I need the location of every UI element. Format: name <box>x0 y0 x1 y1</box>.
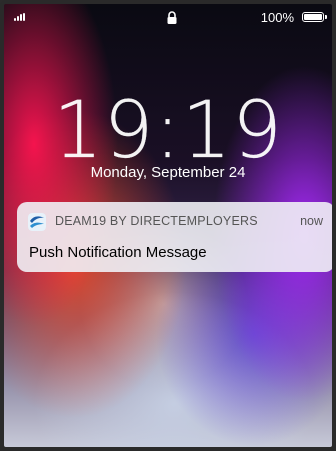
lock-screen-date: Monday, September 24 <box>90 164 246 181</box>
lock-screen-time: 19:19 <box>53 86 283 176</box>
notification-message: Push Notification Message <box>29 244 207 261</box>
push-notification[interactable]: DEAM19 BY DIRECTEMPLOYERS now Push Notif… <box>17 202 332 272</box>
lock-icon <box>167 11 177 24</box>
deam19-app-icon <box>28 213 46 231</box>
notification-time: now <box>300 214 323 228</box>
phone-frame: 100% 19:19 Monday, September 24 DEAM19 B… <box>0 0 336 451</box>
status-bar: 100% <box>4 4 332 30</box>
battery-full-icon <box>302 12 327 22</box>
notification-app-name: DEAM19 BY DIRECTEMPLOYERS <box>55 214 258 228</box>
battery-percent: 100% <box>260 10 294 25</box>
signal-bars-icon <box>14 13 25 21</box>
